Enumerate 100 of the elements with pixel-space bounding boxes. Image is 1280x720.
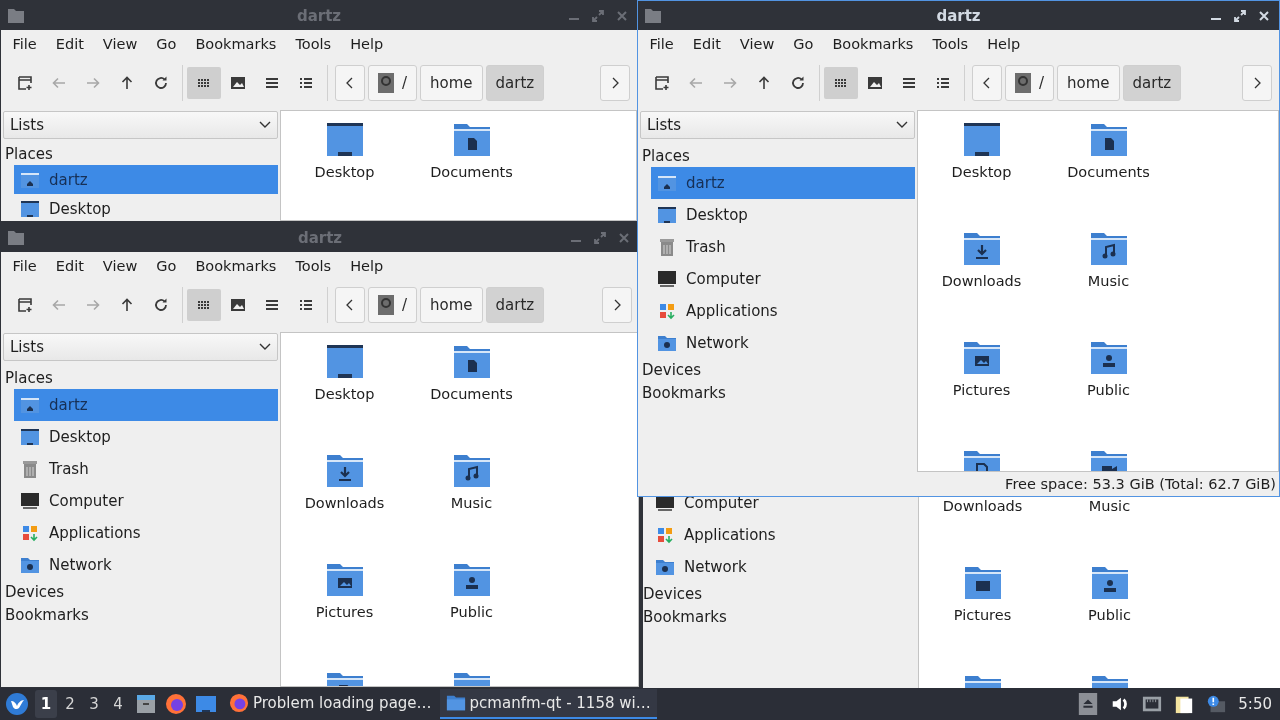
- menu-item[interactable]: File: [640, 36, 684, 52]
- sidebar-section[interactable]: Bookmarks: [639, 382, 915, 405]
- sidebar-item[interactable]: Applications: [649, 519, 916, 551]
- computer-icon: [655, 497, 675, 513]
- window-title: dartz: [296, 6, 342, 25]
- menu-item[interactable]: Bookmarks: [185, 258, 286, 274]
- icon-view-icon[interactable]: [187, 67, 221, 99]
- sidebar-item[interactable]: Trash: [651, 231, 915, 263]
- path-button[interactable]: home: [1057, 65, 1120, 101]
- sidebar-section[interactable]: Bookmarks: [2, 604, 278, 627]
- menu-item[interactable]: View: [93, 258, 147, 274]
- caret-icon: [896, 121, 908, 129]
- path-button[interactable]: /: [368, 287, 418, 323]
- side-pane-dropdown[interactable]: Lists: [3, 333, 278, 361]
- menu-item[interactable]: Go: [783, 36, 823, 52]
- desktop-switcher-button[interactable]: 4: [107, 690, 129, 718]
- file-name[interactable]: Public: [1087, 382, 1130, 398]
- desktop-switcher-button[interactable]: 2: [59, 690, 81, 718]
- file-name[interactable]: Downloads: [941, 273, 1022, 289]
- sidebar-section[interactable]: Places: [2, 367, 278, 389]
- window-title: dartz: [297, 228, 343, 247]
- sidebar-item[interactable]: Computer: [651, 263, 915, 295]
- sidebar-item[interactable]: Computer: [14, 485, 278, 517]
- file-name[interactable]: Desktop: [951, 164, 1012, 180]
- menu-item[interactable]: Help: [340, 36, 393, 52]
- desktop-switcher-button[interactable]: 1: [35, 690, 57, 718]
- menu-item[interactable]: Go: [146, 36, 186, 52]
- sidebar-item[interactable]: Trash: [14, 453, 278, 485]
- file-name[interactable]: Pictures: [315, 604, 374, 620]
- file-cabinet-icon[interactable]: [135, 693, 157, 715]
- eject-icon[interactable]: [1078, 693, 1099, 715]
- menu-item[interactable]: Help: [977, 36, 1030, 52]
- menu-item[interactable]: View: [93, 36, 147, 52]
- menu-item[interactable]: Go: [146, 258, 186, 274]
- path-button[interactable]: dartz: [485, 65, 545, 101]
- menu-item[interactable]: File: [3, 36, 47, 52]
- menu-item[interactable]: Tools: [922, 36, 978, 52]
- menu-item[interactable]: Edit: [683, 36, 731, 52]
- sidebar-item[interactable]: Applications: [14, 517, 278, 549]
- sidebar-section[interactable]: Devices: [2, 581, 278, 604]
- sidebar-item[interactable]: dartz: [14, 165, 278, 194]
- fox-globe-icon[interactable]: [165, 693, 187, 715]
- side-pane-dropdown[interactable]: Lists: [640, 111, 915, 139]
- icon-view-icon[interactable]: [187, 289, 221, 321]
- menu-item[interactable]: Bookmarks: [822, 36, 923, 52]
- sidebar-item[interactable]: Desktop: [14, 421, 278, 453]
- sidebar-section[interactable]: Devices: [643, 583, 916, 606]
- desktop-icon[interactable]: [195, 693, 217, 715]
- sidebar-item[interactable]: Computer: [649, 497, 916, 519]
- path-button[interactable]: /: [1005, 65, 1055, 101]
- file-name[interactable]: Desktop: [314, 386, 375, 402]
- menu-item[interactable]: Tools: [285, 36, 341, 52]
- file-name[interactable]: Music: [450, 495, 493, 511]
- sidebar-item[interactable]: Network: [649, 551, 916, 583]
- menu-item[interactable]: Help: [340, 258, 393, 274]
- icon-view-icon[interactable]: [824, 67, 858, 99]
- file-name[interactable]: Pictures: [953, 607, 1012, 623]
- file-name[interactable]: Documents: [430, 386, 513, 402]
- taskbar-task-button[interactable]: Problem loading page…: [223, 689, 438, 719]
- file-name[interactable]: Documents: [430, 164, 513, 180]
- menu-item[interactable]: File: [3, 258, 47, 274]
- path-button[interactable]: home: [420, 65, 483, 101]
- file-name[interactable]: Pictures: [952, 382, 1011, 398]
- file-name[interactable]: Music: [1087, 273, 1130, 289]
- path-button[interactable]: /: [368, 65, 418, 101]
- file-name[interactable]: Downloads: [304, 495, 385, 511]
- path-button[interactable]: home: [420, 287, 483, 323]
- menu-item[interactable]: Tools: [285, 258, 341, 274]
- menu-item[interactable]: Bookmarks: [185, 36, 286, 52]
- file-name[interactable]: Desktop: [314, 164, 375, 180]
- file-name[interactable]: Downloads: [942, 498, 1023, 514]
- path-button[interactable]: dartz: [1122, 65, 1182, 101]
- clock[interactable]: 5:50: [1238, 695, 1272, 713]
- sidebar-section[interactable]: Bookmarks: [643, 606, 916, 629]
- sidebar-section[interactable]: Places: [2, 143, 278, 165]
- notification-icon[interactable]: [1206, 693, 1227, 715]
- folder-icon: [445, 693, 466, 713]
- sidebar-item[interactable]: Desktop: [651, 199, 915, 231]
- path-button[interactable]: dartz: [485, 287, 545, 323]
- side-pane-dropdown[interactable]: Lists: [3, 111, 278, 139]
- sidebar-item[interactable]: Network: [14, 549, 278, 581]
- file-name[interactable]: Public: [450, 604, 493, 620]
- sidebar-item[interactable]: Desktop: [14, 194, 278, 221]
- sidebar-item[interactable]: dartz: [651, 167, 915, 199]
- close-icon[interactable]: [1257, 8, 1271, 23]
- sidebar-item[interactable]: Applications: [651, 295, 915, 327]
- menu-item[interactable]: View: [730, 36, 784, 52]
- file-name[interactable]: Documents: [1067, 164, 1150, 180]
- file-name[interactable]: Public: [1088, 607, 1131, 623]
- sidebar-item[interactable]: dartz: [14, 389, 278, 421]
- menu-item[interactable]: Edit: [46, 36, 94, 52]
- file-name[interactable]: Music: [1088, 498, 1131, 514]
- menu-item[interactable]: Edit: [46, 258, 94, 274]
- desktop-switcher-button[interactable]: 3: [83, 690, 105, 718]
- sidebar-section[interactable]: Places: [639, 145, 915, 167]
- taskbar-task-button[interactable]: pcmanfm-qt - 1158 wi…: [439, 689, 657, 719]
- sidebar-section[interactable]: Devices: [639, 359, 915, 382]
- chevron-right-icon: [612, 297, 622, 313]
- chevron-left-icon: [345, 75, 355, 91]
- sidebar-item[interactable]: Network: [651, 327, 915, 359]
